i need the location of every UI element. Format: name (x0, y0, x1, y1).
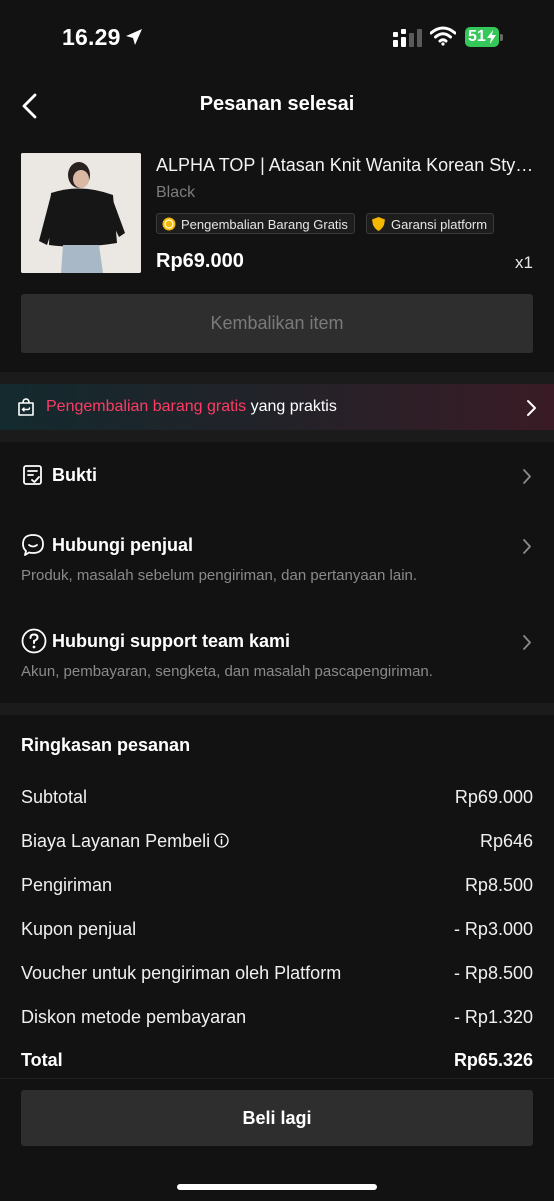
product-card[interactable]: ALPHA TOP | Atasan Knit Wanita Korean St… (0, 150, 554, 280)
return-item-button[interactable]: Kembalikan item (21, 294, 533, 353)
coin-icon (162, 217, 176, 231)
status-time: 16.29 (62, 24, 121, 50)
chevron-right-icon (523, 539, 531, 554)
summary-label: Diskon metode pembayaran (21, 1007, 247, 1027)
chevron-right-icon (523, 635, 531, 650)
summary-value: Rp646 (479, 831, 533, 851)
summary-row-payment-discount: Diskon metode pembayaran - Rp1.320 (21, 1007, 533, 1033)
location-arrow-icon (126, 29, 142, 45)
summary-row-total: Total Rp65.326 (21, 1050, 533, 1076)
summary-row-subtotal: Subtotal Rp69.000 (21, 787, 533, 813)
summary-label: Biaya Layanan Pembeli (21, 831, 229, 852)
summary-title: Ringkasan pesanan (21, 735, 191, 755)
summary-value: - Rp1.320 (453, 1007, 533, 1027)
free-return-badge: Pengembalian Barang Gratis (156, 213, 355, 234)
summary-row-seller-coupon: Kupon penjual - Rp3.000 (21, 919, 533, 945)
chevron-right-icon (523, 469, 531, 484)
info-icon[interactable] (214, 833, 229, 848)
menu-item-contact-seller[interactable]: Hubungi penjual Produk, masalah sebelum … (0, 524, 554, 594)
product-variant: Black (156, 184, 196, 201)
summary-row-service-fee: Biaya Layanan Pembeli Rp646 (21, 831, 533, 857)
summary-value: Rp69.000 (454, 787, 533, 807)
product-photo (21, 153, 141, 273)
signal-icon (393, 29, 422, 47)
summary-label: Subtotal (21, 787, 88, 807)
menu-item-bukti[interactable]: Bukti (0, 455, 554, 499)
product-name[interactable]: ALPHA TOP | Atasan Knit Wanita Korean St… (156, 155, 536, 176)
bolt-icon (487, 30, 496, 44)
menu-item-description: Produk, masalah sebelum pengiriman, dan … (21, 567, 418, 584)
free-return-banner[interactable]: Pengembalian barang gratis yang praktis (0, 384, 554, 430)
summary-row-shipping: Pengiriman Rp8.500 (21, 875, 533, 901)
summary-value: - Rp3.000 (453, 919, 533, 939)
summary-label: Pengiriman (21, 875, 113, 895)
platform-guarantee-label: Garansi platform (391, 217, 488, 232)
menu-item-label: Hubungi penjual (52, 535, 193, 555)
chevron-right-icon (527, 400, 536, 416)
total-value: Rp65.326 (453, 1050, 533, 1070)
banner-highlight: Pengembalian barang gratis (46, 398, 247, 415)
menu-item-description: Akun, pembayaran, sengketa, dan masalah … (21, 663, 433, 680)
home-indicator[interactable] (177, 1184, 377, 1190)
checklist-icon (23, 465, 42, 485)
menu-item-label: Bukti (52, 465, 97, 485)
free-return-label: Pengembalian Barang Gratis (181, 217, 348, 232)
summary-row-shipping-voucher: Voucher untuk pengiriman oleh Platform -… (21, 963, 533, 989)
page-title: Pesanan selesai (199, 93, 355, 115)
buy-again-button[interactable]: Beli lagi (21, 1090, 533, 1146)
banner-text: Pengembalian barang gratis yang praktis (46, 398, 337, 416)
battery-cap (500, 34, 503, 41)
return-bag-icon (18, 398, 34, 416)
battery-charging-icon: 51 (465, 27, 499, 47)
divider (0, 703, 554, 715)
banner-suffix: yang praktis (246, 398, 337, 415)
summary-label: Kupon penjual (21, 919, 137, 939)
help-circle-icon (21, 628, 47, 654)
bottom-bar: Beli lagi (0, 1078, 554, 1201)
shield-icon (372, 217, 385, 231)
product-quantity: x1 (515, 253, 533, 272)
summary-value: Rp8.500 (464, 875, 533, 895)
product-image[interactable] (21, 153, 141, 273)
menu-item-contact-support[interactable]: Hubungi support team kami Akun, pembayar… (0, 620, 554, 690)
wifi-icon (430, 26, 456, 46)
status-bar: 16.29 51 (0, 0, 554, 76)
platform-guarantee-badge: Garansi platform (366, 213, 495, 234)
total-label: Total (21, 1050, 63, 1070)
header: Pesanan selesai (0, 76, 554, 134)
summary-label: Voucher untuk pengiriman oleh Platform (21, 963, 342, 983)
chat-bubble-icon (22, 534, 44, 556)
battery-level: 51 (468, 28, 486, 45)
summary-value: - Rp8.500 (453, 963, 533, 983)
service-fee-label: Biaya Layanan Pembeli (21, 831, 211, 851)
menu-item-label: Hubungi support team kami (52, 631, 291, 651)
product-price: Rp69.000 (156, 250, 244, 272)
divider (0, 372, 554, 384)
divider (0, 430, 554, 442)
